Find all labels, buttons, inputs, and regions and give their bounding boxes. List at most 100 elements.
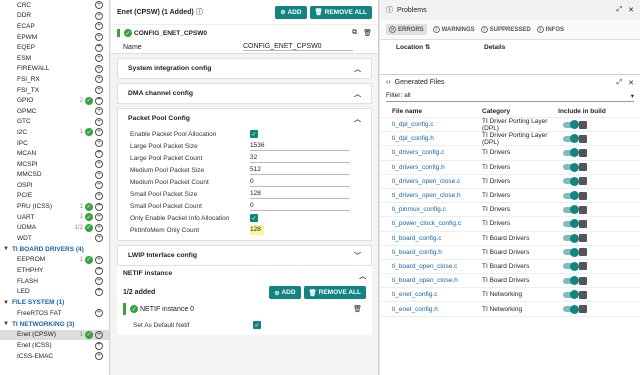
include-toggle[interactable] (562, 134, 579, 144)
add-icon[interactable]: + (95, 1, 103, 10)
add-icon[interactable]: + (95, 309, 103, 318)
delete-icon[interactable]: 🗑 (363, 29, 372, 37)
save-icon[interactable] (578, 191, 587, 200)
sidebar-item[interactable]: DDR + (0, 11, 109, 22)
include-toggle[interactable] (562, 205, 579, 215)
help-icon[interactable]: ⓘ (196, 9, 203, 16)
sidebar-item[interactable]: UART 1 ✓ + (0, 212, 109, 223)
add-icon[interactable]: + (95, 43, 103, 52)
sidebar-item[interactable]: CRC + (0, 0, 109, 11)
suppressed-tab[interactable]: ! SUPPRESSED (480, 26, 531, 33)
sidebar-item[interactable]: ETHPHY + (0, 265, 109, 276)
sidebar-item[interactable]: EEPROM 1 ✓ + (0, 255, 109, 266)
delete-icon[interactable]: 🗑 (353, 305, 362, 313)
add-button[interactable]: ⊕ ADD (275, 5, 307, 19)
field-input[interactable]: 0 (250, 201, 350, 211)
sidebar-item[interactable]: IPC + (0, 138, 109, 149)
add-icon[interactable]: + (95, 266, 103, 275)
include-toggle[interactable] (562, 191, 579, 201)
default-netif-checkbox[interactable]: ✓ (253, 321, 261, 329)
add-icon[interactable]: + (95, 149, 103, 158)
sidebar-item[interactable]: EQEP + (0, 42, 109, 53)
include-toggle[interactable] (562, 148, 579, 158)
expand-icon[interactable]: ⤢ (617, 79, 623, 87)
file-link[interactable]: ti_board_open_close.c (392, 263, 482, 270)
sidebar-item[interactable]: LED + (0, 286, 109, 297)
warnings-tab[interactable]: ! WARNINGS (432, 26, 475, 33)
sidebar-item[interactable]: PRU (ICSS) 1 ✓ + (0, 201, 109, 212)
sidebar-item[interactable]: EPWM + (0, 32, 109, 43)
add-icon[interactable]: + (95, 64, 103, 73)
sidebar-item[interactable]: FIREWALL + (0, 64, 109, 75)
sidebar-item[interactable]: I2C 1 ✓ + (0, 127, 109, 138)
file-link[interactable]: ti_dpl_config.h (392, 135, 482, 142)
sidebar-item[interactable]: PCIE + (0, 191, 109, 202)
section-file-system[interactable]: ▼ FILE SYSTEM (1) (0, 297, 109, 308)
file-link[interactable]: ti_board_open_close.h (392, 277, 482, 284)
close-icon[interactable]: ✕ (628, 6, 634, 14)
lwip-card[interactable]: LWIP Interface config ﹀ (117, 245, 372, 266)
add-icon[interactable]: + (95, 341, 103, 350)
add-icon[interactable]: + (95, 54, 103, 63)
file-link[interactable]: ti_enet_config.h (392, 306, 482, 313)
sidebar-item[interactable]: ESM + (0, 53, 109, 64)
sidebar-item[interactable]: ECAP + (0, 21, 109, 32)
add-icon[interactable]: + (95, 352, 103, 361)
add-icon[interactable]: + (95, 170, 103, 179)
save-icon[interactable] (578, 219, 587, 228)
instance-tab[interactable]: ✓ CONFIG_ENET_CPSW0 ⧉ 🗑 (111, 24, 378, 41)
include-toggle[interactable] (562, 261, 579, 271)
save-icon[interactable] (578, 163, 587, 172)
sidebar-item[interactable]: Enet (ICSS) + (0, 340, 109, 351)
file-link[interactable]: ti_dpl_config.c (392, 121, 482, 128)
add-icon[interactable]: + (95, 277, 103, 286)
system-integration-card[interactable]: System integration config ︿ (117, 58, 372, 79)
save-icon[interactable] (578, 148, 587, 157)
close-icon[interactable]: ✕ (628, 79, 634, 87)
save-icon[interactable] (578, 248, 587, 257)
add-icon[interactable]: + (95, 117, 103, 126)
sidebar-item[interactable]: GPIO 2 ✓ + (0, 95, 109, 106)
add-icon[interactable]: + (95, 75, 103, 84)
sidebar-item[interactable]: FSI_RX + (0, 74, 109, 85)
save-icon[interactable] (578, 120, 587, 129)
sidebar-item[interactable]: UDMA 1/2 ✓ + (0, 222, 109, 233)
file-link[interactable]: ti_enet_config.c (392, 291, 482, 298)
file-link[interactable]: ti_board_config.c (392, 235, 482, 242)
include-toggle[interactable] (562, 276, 579, 286)
add-icon[interactable]: + (95, 213, 103, 222)
add-icon[interactable]: + (95, 86, 103, 95)
include-toggle[interactable] (562, 233, 579, 243)
dma-channel-card[interactable]: DMA channel config ︿ (117, 83, 372, 104)
section-board-drivers[interactable]: ▼ TI BOARD DRIVERS (4) (0, 244, 109, 255)
infos-tab[interactable]: i INFOS (536, 26, 564, 33)
save-icon[interactable] (578, 205, 587, 214)
add-icon[interactable]: + (95, 223, 103, 232)
checkbox[interactable]: ✓ (250, 130, 258, 138)
field-input[interactable]: 1536 (250, 141, 350, 151)
field-input[interactable]: 32 (250, 153, 350, 163)
file-link[interactable]: ti_drivers_open_close.c (392, 178, 482, 185)
include-toggle[interactable] (562, 120, 579, 130)
file-link[interactable]: ti_board_config.h (392, 249, 482, 256)
add-icon[interactable]: + (95, 11, 103, 20)
sidebar-item[interactable]: FreeRTOS FAT + (0, 308, 109, 319)
include-toggle[interactable] (562, 176, 579, 186)
sidebar-item[interactable]: GTC + (0, 117, 109, 128)
netif-instance-tab[interactable]: ✓ NETIF instance 0 🗑 (123, 303, 366, 315)
add-icon[interactable]: + (95, 128, 103, 137)
add-icon[interactable]: + (95, 181, 103, 190)
add-icon[interactable]: + (95, 202, 103, 211)
save-icon[interactable] (578, 177, 587, 186)
add-icon[interactable]: + (95, 234, 103, 243)
save-icon[interactable] (578, 234, 587, 243)
include-toggle[interactable] (562, 247, 579, 257)
field-input[interactable]: 512 (250, 165, 350, 175)
add-icon[interactable]: + (95, 191, 103, 200)
add-icon[interactable]: + (95, 255, 103, 264)
add-icon[interactable]: + (95, 107, 103, 116)
sidebar-item[interactable]: MCAN + (0, 148, 109, 159)
field-input[interactable]: 128 (250, 189, 350, 199)
add-icon[interactable]: + (95, 96, 103, 105)
remove-all-button[interactable]: 🗑 REMOVE ALL (309, 5, 372, 19)
